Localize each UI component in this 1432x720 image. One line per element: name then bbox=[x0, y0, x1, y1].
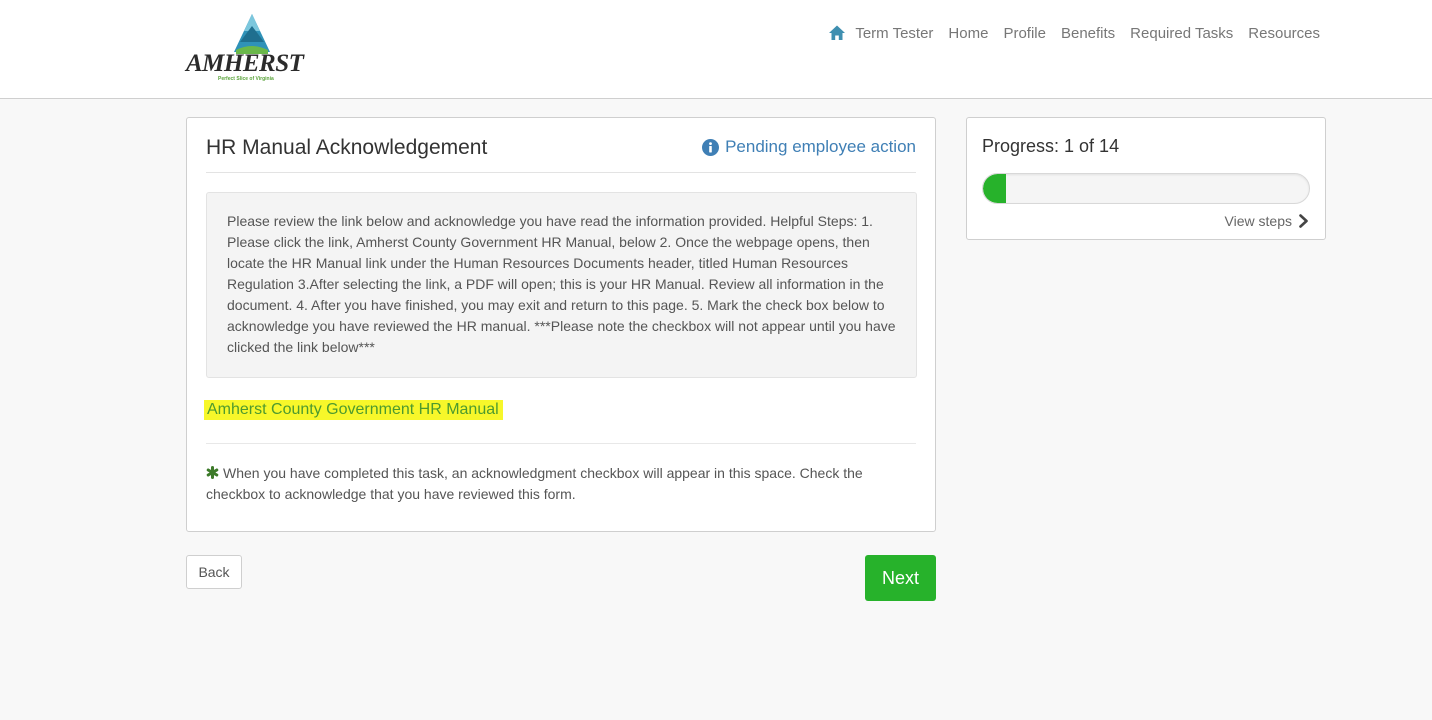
hr-manual-link[interactable]: Amherst County Government HR Manual bbox=[204, 400, 503, 420]
top-header: AMHERST Perfect Slice of Virginia Term T… bbox=[0, 0, 1432, 99]
chevron-right-icon bbox=[1299, 214, 1308, 228]
instructions-box: Please review the link below and acknowl… bbox=[206, 192, 917, 378]
acknowledgment-note: When you have completed this task, an ac… bbox=[206, 463, 917, 505]
logo-text: AMHERST bbox=[186, 50, 304, 77]
note-text: When you have completed this task, an ac… bbox=[206, 465, 863, 502]
nav-item-profile[interactable]: Profile bbox=[1003, 25, 1046, 42]
view-steps-link[interactable]: View steps bbox=[1225, 213, 1309, 229]
progress-panel: Progress: 1 of 14 View steps bbox=[966, 117, 1326, 240]
status-text: Pending employee action bbox=[725, 137, 916, 156]
progress-label: Progress: 1 of 14 bbox=[982, 136, 1120, 156]
asterisk-icon bbox=[206, 466, 219, 479]
divider bbox=[206, 443, 916, 444]
nav-user-name[interactable]: Term Tester bbox=[855, 25, 933, 42]
nav-item-benefits[interactable]: Benefits bbox=[1061, 25, 1115, 42]
progress-bar bbox=[982, 173, 1310, 204]
view-steps-label: View steps bbox=[1224, 213, 1292, 229]
home-icon[interactable] bbox=[828, 24, 846, 42]
progress-bar-fill bbox=[983, 174, 1007, 203]
next-button[interactable]: Next bbox=[865, 555, 936, 601]
back-button[interactable]: Back bbox=[186, 555, 242, 589]
logo-tagline: Perfect Slice of Virginia bbox=[218, 76, 274, 82]
nav-item-home[interactable]: Home bbox=[948, 25, 988, 42]
divider bbox=[206, 172, 916, 173]
info-icon bbox=[702, 138, 720, 156]
task-panel: HR Manual Acknowledgement Pending employ… bbox=[186, 117, 936, 532]
nav-item-required-tasks[interactable]: Required Tasks bbox=[1130, 25, 1233, 42]
amherst-logo[interactable]: AMHERST Perfect Slice of Virginia bbox=[184, 12, 304, 86]
status-badge: Pending employee action bbox=[702, 137, 916, 157]
main-nav: Term Tester Home Profile Benefits Requir… bbox=[828, 24, 1320, 42]
nav-item-resources[interactable]: Resources bbox=[1248, 25, 1320, 42]
page-title: HR Manual Acknowledgement bbox=[206, 136, 488, 159]
